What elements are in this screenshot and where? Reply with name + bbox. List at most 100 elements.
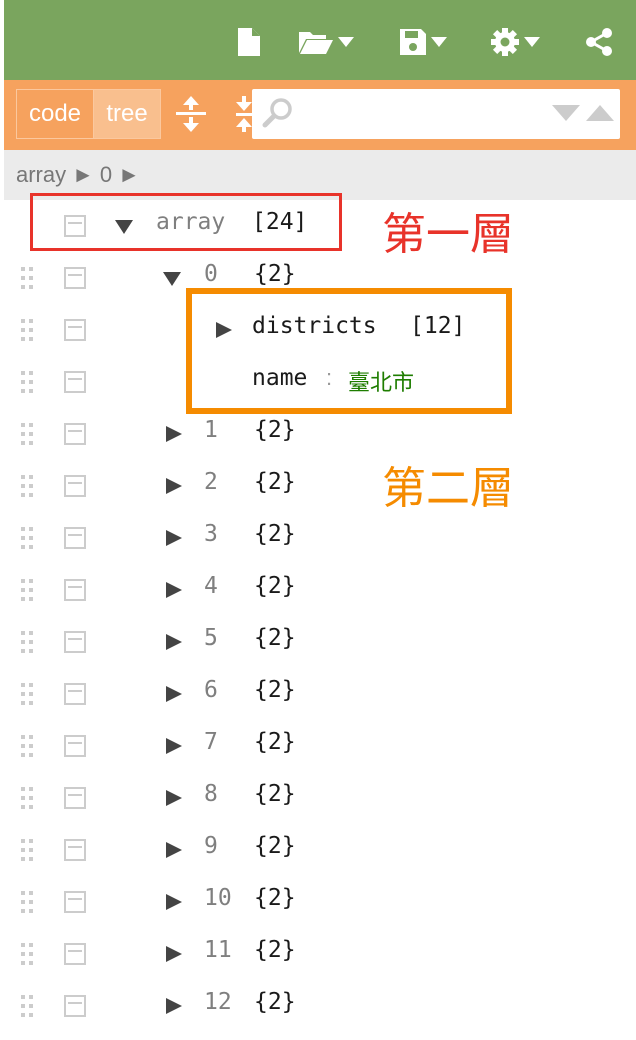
field-info: {2} (254, 729, 296, 755)
search-icon (262, 98, 292, 128)
context-menu-button[interactable] (64, 943, 86, 965)
tree-row: 5 {2} (0, 616, 636, 668)
field-info: {2} (254, 677, 296, 703)
drag-handle-icon[interactable] (20, 578, 36, 602)
drag-handle-icon[interactable] (20, 318, 36, 342)
field-name: 12 (204, 989, 232, 1015)
field-name: 6 (204, 677, 218, 703)
field-name: 8 (204, 781, 218, 807)
drag-handle-icon[interactable] (20, 994, 36, 1018)
menu-bar (4, 0, 636, 80)
field-info: {2} (254, 885, 296, 911)
new-document-button[interactable] (236, 22, 262, 62)
expand-all-button[interactable] (174, 92, 208, 136)
collapsed-triangle-icon[interactable] (164, 528, 184, 548)
field-info: {2} (254, 573, 296, 599)
tree-row: 9 {2} (0, 824, 636, 876)
search-input[interactable] (298, 95, 542, 133)
context-menu-button[interactable] (64, 527, 86, 549)
drag-handle-icon[interactable] (20, 630, 36, 654)
field-name: 1 (204, 417, 218, 443)
level2-label: 第二層 (382, 463, 514, 514)
expand-all-icon (176, 96, 206, 132)
drag-handle-icon[interactable] (20, 838, 36, 862)
context-menu-button[interactable] (64, 423, 86, 445)
chevron-down-icon (338, 37, 354, 47)
context-menu-button[interactable] (64, 371, 86, 393)
collapsed-triangle-icon[interactable] (164, 892, 184, 912)
drag-handle-icon[interactable] (20, 370, 36, 394)
field-info: {2} (254, 833, 296, 859)
field-name: 2 (204, 469, 218, 495)
field-name: 4 (204, 573, 218, 599)
share-icon (586, 28, 612, 56)
collapsed-triangle-icon[interactable] (164, 736, 184, 756)
breadcrumb-separator[interactable]: ► (72, 162, 94, 188)
collapsed-triangle-icon[interactable] (164, 996, 184, 1016)
drag-handle-icon[interactable] (20, 474, 36, 498)
drag-handle-icon[interactable] (20, 786, 36, 810)
context-menu-button[interactable] (64, 995, 86, 1017)
context-menu-button[interactable] (64, 735, 86, 757)
field-name: 10 (204, 885, 232, 911)
chevron-down-icon (431, 37, 447, 47)
collapsed-triangle-icon[interactable] (164, 580, 184, 600)
search-box (252, 89, 620, 139)
breadcrumb-array[interactable]: array (16, 162, 66, 188)
search-next-icon[interactable] (552, 105, 580, 121)
collapsed-triangle-icon[interactable] (164, 632, 184, 652)
open-button[interactable] (298, 22, 354, 62)
tree-row: 7 {2} (0, 720, 636, 772)
drag-handle-icon[interactable] (20, 266, 36, 290)
settings-button[interactable] (490, 22, 540, 62)
drag-handle-icon[interactable] (20, 422, 36, 446)
field-name: 7 (204, 729, 218, 755)
open-folder-icon (299, 32, 333, 54)
share-button[interactable] (584, 22, 614, 62)
field-name: 9 (204, 833, 218, 859)
field-name: 11 (204, 937, 232, 963)
context-menu-button[interactable] (64, 319, 86, 341)
context-menu-button[interactable] (64, 579, 86, 601)
collapse-all-icon (236, 96, 254, 132)
collapsed-triangle-icon[interactable] (164, 788, 184, 808)
tree-mode-button[interactable]: tree (93, 89, 161, 139)
tree-row: 11 {2} (0, 928, 636, 980)
field-info: {2} (254, 521, 296, 547)
field-info: {2} (254, 937, 296, 963)
drag-handle-icon[interactable] (20, 942, 36, 966)
tree-row: 8 {2} (0, 772, 636, 824)
collapsed-triangle-icon[interactable] (164, 944, 184, 964)
drag-handle-icon[interactable] (20, 682, 36, 706)
context-menu-button[interactable] (64, 475, 86, 497)
collapsed-triangle-icon[interactable] (164, 840, 184, 860)
expanded-triangle-icon[interactable] (162, 268, 182, 288)
collapsed-triangle-icon[interactable] (164, 476, 184, 496)
save-button[interactable] (399, 22, 447, 62)
drag-handle-icon[interactable] (20, 526, 36, 550)
drag-handle-icon[interactable] (20, 734, 36, 758)
chevron-down-icon (524, 37, 540, 47)
context-menu-button[interactable] (64, 787, 86, 809)
field-info: {2} (254, 417, 296, 443)
collapse-all-button[interactable] (234, 92, 254, 136)
tree-row: 3 {2} (0, 512, 636, 564)
new-document-icon (238, 28, 260, 56)
search-previous-icon[interactable] (586, 105, 614, 121)
context-menu-button[interactable] (64, 891, 86, 913)
context-menu-button[interactable] (64, 683, 86, 705)
field-info: {2} (254, 261, 296, 287)
collapsed-triangle-icon[interactable] (164, 684, 184, 704)
code-mode-button[interactable]: code (16, 89, 94, 139)
context-menu-button[interactable] (64, 267, 86, 289)
settings-gear-icon (491, 28, 519, 56)
drag-handle-icon[interactable] (20, 890, 36, 914)
field-name: 5 (204, 625, 218, 651)
breadcrumb-0[interactable]: 0 (100, 162, 112, 188)
tree-row: 1 {2} (0, 408, 636, 460)
level1-label: 第一層 (382, 209, 514, 260)
context-menu-button[interactable] (64, 839, 86, 861)
context-menu-button[interactable] (64, 631, 86, 653)
collapsed-triangle-icon[interactable] (164, 424, 184, 444)
breadcrumb-separator[interactable]: ► (118, 162, 140, 188)
